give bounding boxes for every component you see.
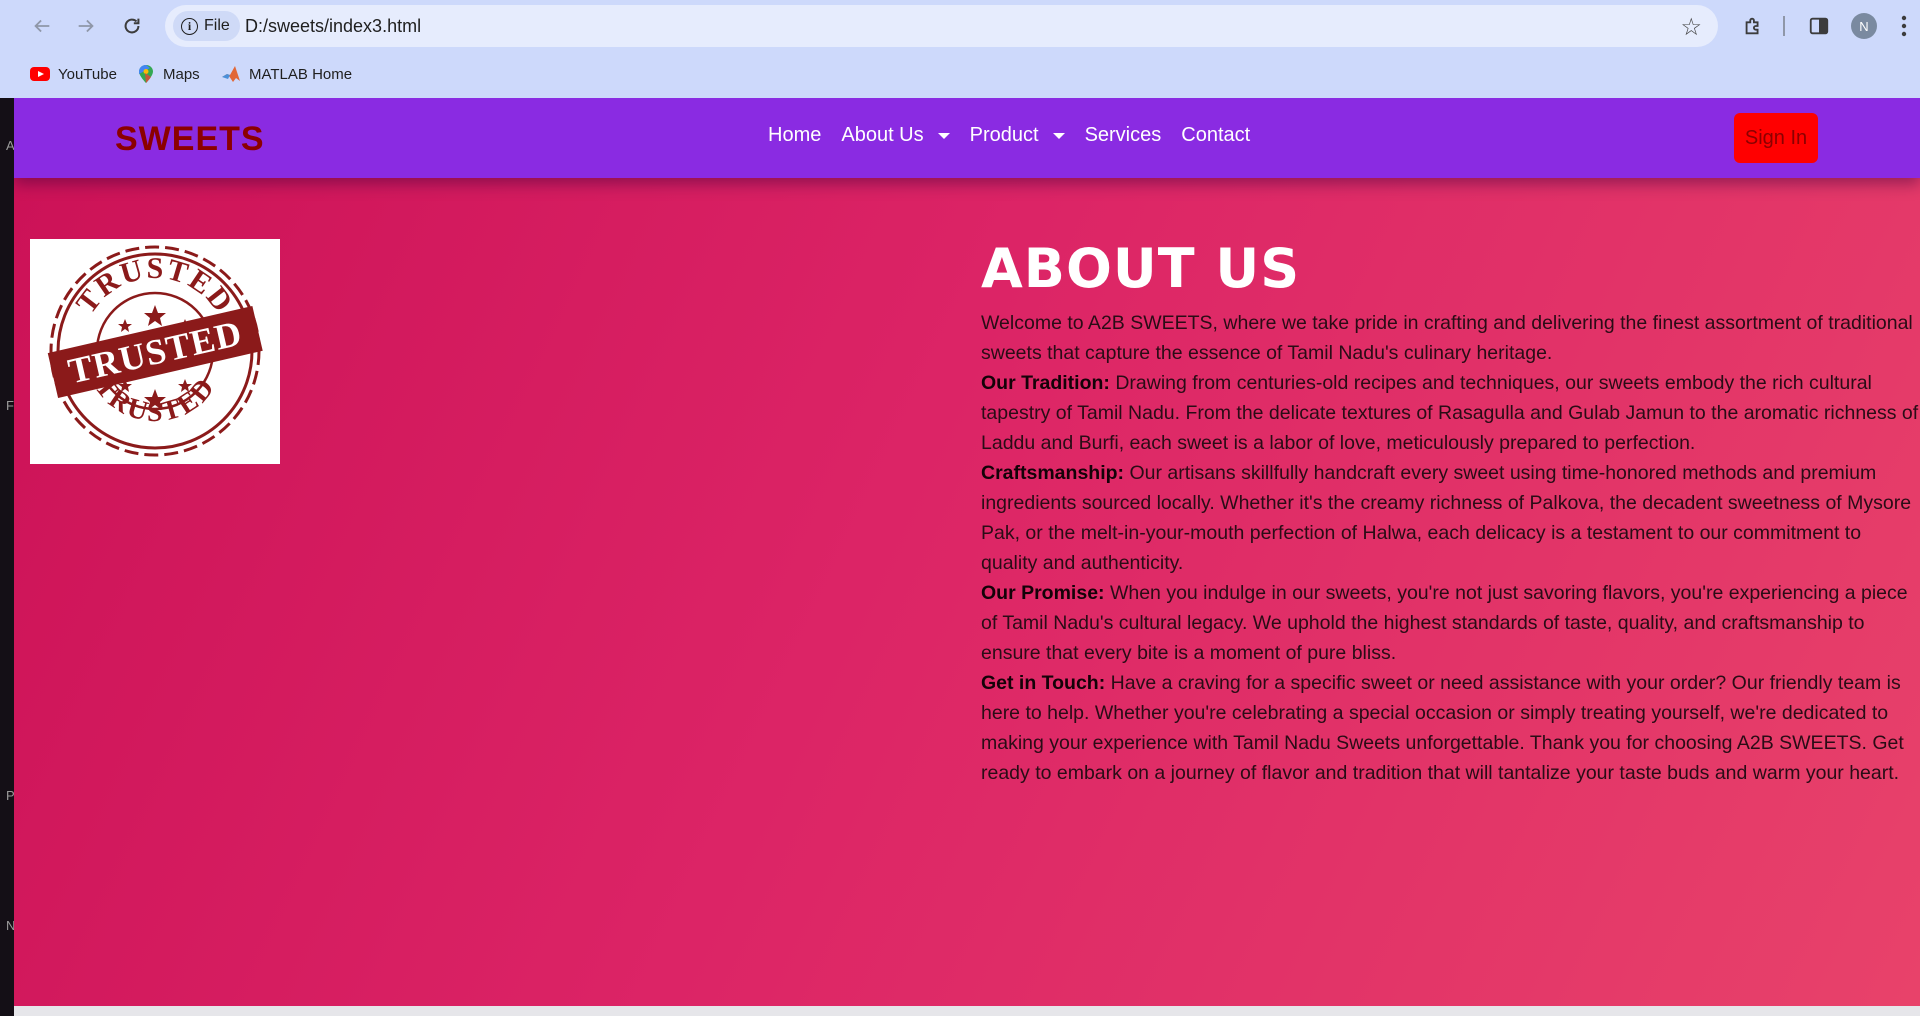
nav-label: Contact	[1181, 124, 1251, 146]
site-navbar: SWEETS Home About Us Product Services Co…	[14, 98, 1920, 178]
browser-menu-button[interactable]	[1892, 10, 1916, 42]
about-promise: Our Promise: When you indulge in our swe…	[981, 578, 1920, 668]
nav-contact[interactable]: Contact	[1181, 124, 1250, 147]
nav-about-us[interactable]: About Us	[841, 124, 950, 147]
browser-window: i File D:/sweets/index3.html ☆ N YouTube	[0, 0, 1920, 1016]
brand-logo[interactable]: SWEETS	[115, 120, 265, 159]
reload-icon	[124, 18, 140, 34]
bookmark-star-icon[interactable]: ☆	[1680, 13, 1702, 42]
back-button[interactable]	[26, 10, 58, 42]
page-bottom-strip	[14, 1006, 1920, 1016]
avatar: N	[1851, 13, 1877, 39]
address-bar[interactable]: i File D:/sweets/index3.html ☆	[165, 5, 1718, 47]
profile-button[interactable]: N	[1849, 10, 1879, 42]
nav-menu: Home About Us Product Services Contact	[768, 124, 1250, 147]
about-contact: Get in Touch: Have a craving for a speci…	[981, 668, 1920, 788]
section-text: Drawing from centuries-old recipes and t…	[981, 372, 1919, 454]
section-heading: Our Promise:	[981, 582, 1105, 604]
about-content: ABOUT US Welcome to A2B SWEETS, where we…	[981, 242, 1920, 788]
section-heading: Craftsmanship:	[981, 462, 1125, 484]
nav-product[interactable]: Product	[970, 124, 1065, 147]
section-text: Have a craving for a specific sweet or n…	[981, 672, 1904, 784]
section-text: When you indulge in our sweets, you're n…	[981, 582, 1908, 664]
about-tradition: Our Tradition: Drawing from centuries-ol…	[981, 368, 1920, 458]
toolbar-divider	[1782, 10, 1786, 42]
nav-home[interactable]: Home	[768, 124, 821, 147]
url-text[interactable]: D:/sweets/index3.html	[245, 16, 421, 37]
nav-label: Product	[969, 124, 1039, 146]
trusted-stamp-icon: TRUSTED TRUSTED TRUSTED	[47, 245, 263, 457]
bookmark-label: YouTube	[58, 65, 117, 83]
bookmark-youtube[interactable]: YouTube	[30, 62, 117, 86]
bookmark-label: Maps	[163, 65, 200, 83]
nav-label: About Us	[841, 124, 924, 146]
extensions-button[interactable]	[1738, 10, 1768, 42]
about-craftsmanship: Craftsmanship: Our artisans skillfully h…	[981, 458, 1920, 578]
side-panel-icon	[1809, 17, 1829, 35]
nav-label: Home	[768, 124, 822, 146]
about-intro: Welcome to A2B SWEETS, where we take pri…	[981, 312, 1913, 364]
file-chip-label: File	[204, 17, 230, 34]
side-panel-button[interactable]	[1804, 10, 1834, 42]
maps-icon	[139, 65, 153, 83]
about-section: TRUSTED TRUSTED TRUSTED ABOUT US Welcome…	[14, 178, 1920, 1006]
web-page: SWEETS Home About Us Product Services Co…	[14, 98, 1920, 1006]
caret-down-icon	[937, 132, 950, 139]
nav-label: Services	[1084, 124, 1162, 146]
bookmarks-bar: YouTube Maps MATLAB Home	[0, 52, 1920, 98]
back-arrow-icon	[34, 19, 50, 33]
sign-in-button[interactable]: Sign In	[1734, 113, 1818, 163]
section-heading: Our Tradition:	[981, 372, 1110, 394]
kebab-menu-icon	[1901, 15, 1907, 37]
caret-down-icon	[1052, 132, 1065, 139]
matlab-icon	[222, 66, 240, 82]
bookmark-matlab[interactable]: MATLAB Home	[221, 62, 352, 86]
browser-toolbar: i File D:/sweets/index3.html ☆ N	[0, 0, 1920, 52]
puzzle-icon	[1745, 17, 1759, 35]
reload-button[interactable]	[116, 10, 148, 42]
trusted-badge-image: TRUSTED TRUSTED TRUSTED	[30, 239, 280, 464]
youtube-icon	[30, 67, 50, 81]
nav-services[interactable]: Services	[1085, 124, 1162, 147]
bookmark-maps[interactable]: Maps	[137, 62, 200, 86]
section-heading: Get in Touch:	[981, 672, 1106, 694]
about-title: ABOUT US	[981, 237, 1301, 300]
bookmark-label: MATLAB Home	[249, 65, 353, 83]
site-info-chip[interactable]: i File	[173, 11, 240, 41]
forward-button[interactable]	[70, 10, 102, 42]
svg-text:TRUSTED: TRUSTED	[64, 313, 246, 392]
info-icon: i	[181, 17, 198, 35]
forward-arrow-icon	[78, 19, 94, 33]
